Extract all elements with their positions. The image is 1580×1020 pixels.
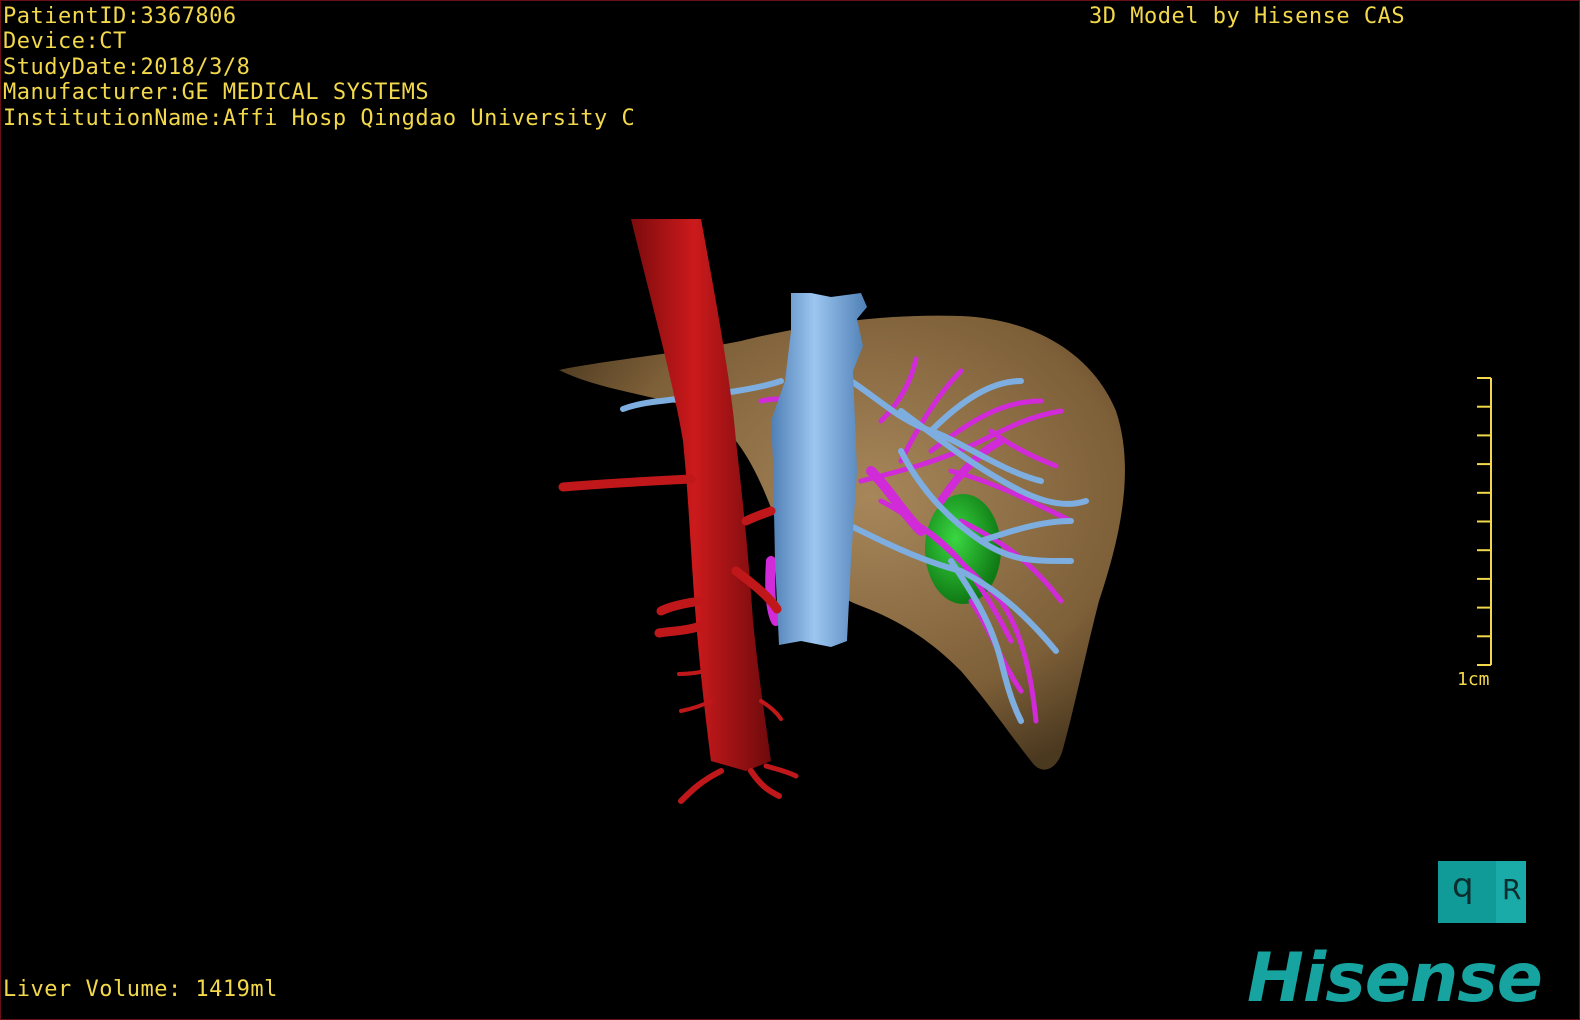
institution-name: InstitutionName:Affi Hosp Qingdao Univer…: [3, 105, 636, 131]
orientation-face-front[interactable]: d: [1438, 861, 1496, 923]
liver-volume: Liver Volume: 1419ml: [3, 977, 278, 1002]
model-credit: 3D Model by Hisense CAS: [1089, 4, 1406, 29]
liver-3d-model[interactable]: [1, 1, 1579, 1019]
hisense-logo: Hisense: [1247, 939, 1543, 1018]
render-viewport[interactable]: PatientID:3367806 Device:CT StudyDate:20…: [0, 0, 1580, 1020]
aorta: [631, 219, 771, 771]
scale-label: 1cm: [1457, 669, 1490, 690]
scale-bar: [1477, 377, 1492, 666]
patient-info-overlay: PatientID:3367806 Device:CT StudyDate:20…: [3, 4, 635, 131]
orientation-face-right[interactable]: R: [1496, 861, 1526, 923]
patient-id: PatientID:3367806: [3, 4, 237, 29]
device: Device:CT: [3, 29, 127, 55]
orientation-cube[interactable]: d R: [1438, 861, 1526, 923]
study-date: StudyDate:2018/3/8: [3, 54, 251, 80]
manufacturer: Manufacturer:GE MEDICAL SYSTEMS: [3, 80, 430, 106]
